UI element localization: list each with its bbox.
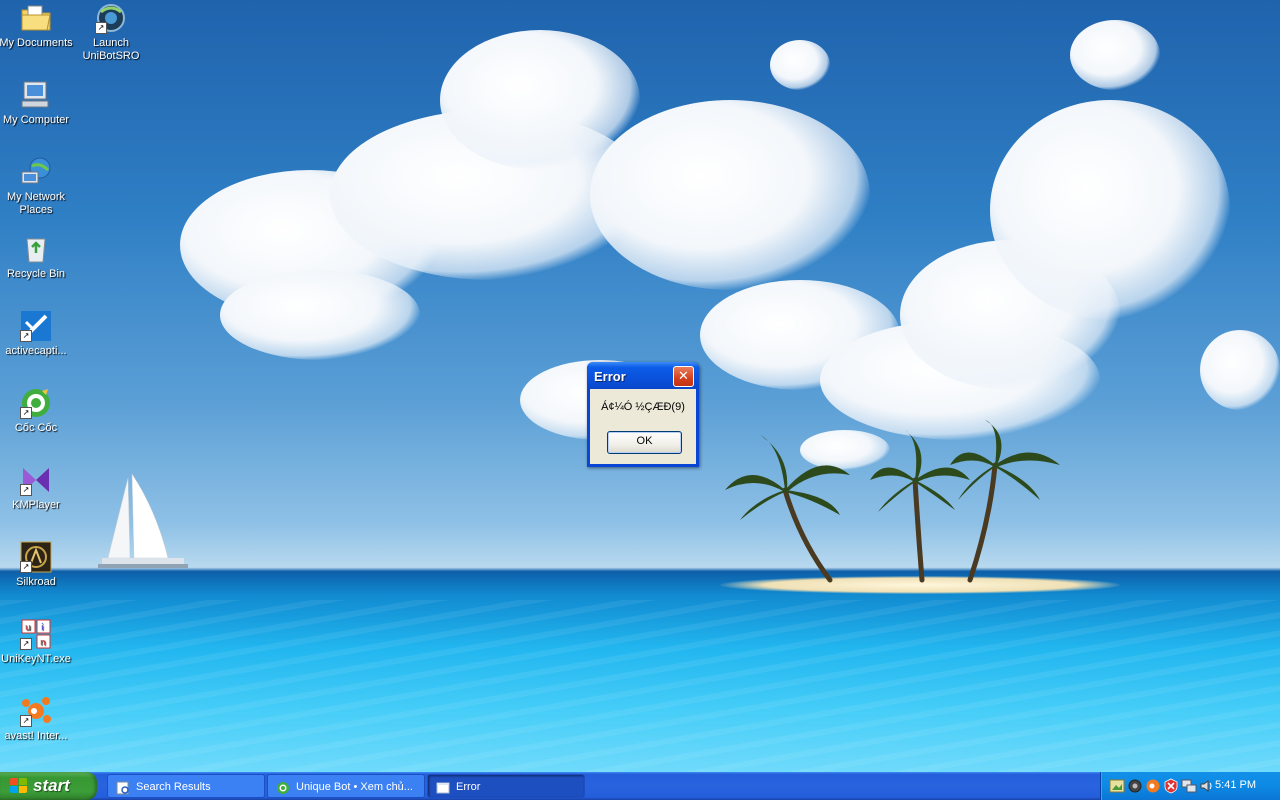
taskbar-item-label: Error [456, 781, 481, 793]
desktop-icon-activecaptain[interactable]: ↗ activecapti... [0, 310, 74, 358]
coccoc-icon [276, 780, 290, 794]
shortcut-arrow-icon: ↗ [20, 484, 32, 496]
desktop-icon-my-network-places[interactable]: My Network Places [0, 156, 74, 217]
computer-icon [20, 79, 52, 111]
svg-text:n: n [40, 638, 46, 648]
desktop-icon-label: KMPlayer [12, 499, 60, 511]
windows-logo-icon [10, 778, 28, 794]
shortcut-arrow-icon: ↗ [20, 638, 32, 650]
unikey-icon: uin ↗ [20, 618, 52, 650]
dialog-titlebar[interactable]: Error ✕ [587, 362, 699, 389]
shortcut-arrow-icon: ↗ [20, 561, 32, 573]
desktop-icon-label: My Documents [0, 37, 73, 49]
close-icon: ✕ [678, 368, 689, 383]
taskbar-item-unique-bot[interactable]: Unique Bot • Xem chủ... [267, 774, 425, 798]
coccoc-icon: ↗ [20, 387, 52, 419]
error-dialog: Error ✕ Á¢¼Ó ½ÇÆÐ(9) OK [587, 362, 699, 467]
shortcut-arrow-icon: ↗ [20, 407, 32, 419]
desktop-icon-my-documents[interactable]: My Documents [0, 2, 74, 50]
desktop-icon-label: Silkroad [16, 576, 56, 588]
network-icon [20, 156, 52, 188]
desktop-icon-label: activecapti... [5, 345, 67, 357]
desktop-icon-my-computer[interactable]: My Computer [0, 79, 74, 127]
desktop-icon-silkroad[interactable]: ↗ Silkroad [0, 541, 74, 589]
tray-avast-icon[interactable] [1145, 778, 1161, 794]
shortcut-arrow-icon: ↗ [20, 715, 32, 727]
dialog-body: Á¢¼Ó ½ÇÆÐ(9) OK [590, 389, 696, 464]
svg-text:i: i [41, 623, 44, 633]
desktop-icon-label: My Computer [2, 114, 70, 126]
taskbar-item-label: Unique Bot • Xem chủ... [296, 781, 413, 793]
unibot-icon: ↗ [95, 2, 127, 34]
activecaptain-icon: ↗ [20, 310, 52, 342]
dialog-message: Á¢¼Ó ½ÇÆÐ(9) [601, 401, 685, 413]
taskbar-item-error[interactable]: Error [427, 774, 585, 798]
ok-button[interactable]: OK [607, 431, 682, 454]
taskbar-item-label: Search Results [136, 781, 211, 793]
cloud [1200, 330, 1280, 410]
silkroad-icon: ↗ [20, 541, 52, 573]
cloud [220, 270, 420, 360]
search-results-icon [116, 780, 130, 795]
tray-security-warning-icon[interactable] [1163, 778, 1179, 794]
desktop-icon-label: Launch UniBotSRO [82, 37, 140, 62]
shortcut-arrow-icon: ↗ [20, 330, 32, 342]
desktop-icon-label: UniKeyNT.exe [1, 653, 71, 665]
desktop-icon-label: Cốc Cốc [14, 422, 58, 434]
desktop-icon-launch-unibotsro[interactable]: ↗ Launch UniBotSRO [73, 2, 149, 63]
start-button[interactable]: start [0, 772, 97, 800]
desktop-icon-kmplayer[interactable]: ↗ KMPlayer [0, 464, 74, 512]
cloud [590, 100, 870, 290]
close-button[interactable]: ✕ [673, 366, 694, 387]
taskbar: start Search Results Unique Bot • Xem ch… [0, 772, 1280, 800]
kmplayer-icon: ↗ [20, 464, 52, 496]
sea [0, 600, 1280, 772]
desktop-icon-label: avast! Inter... [4, 730, 68, 742]
tray-gear-icon[interactable] [1127, 778, 1143, 794]
tray-network-icon[interactable] [1181, 778, 1197, 794]
desktop-icon-label: Recycle Bin [6, 268, 66, 280]
folder-documents-icon [20, 2, 52, 34]
dialog-title: Error [594, 369, 626, 384]
taskbar-item-search-results[interactable]: Search Results [107, 774, 265, 798]
shortcut-arrow-icon: ↗ [95, 22, 107, 34]
tray-volume-icon[interactable] [1199, 778, 1215, 794]
desktop-icon-unikeynt[interactable]: uin ↗ UniKeyNT.exe [0, 618, 74, 666]
desktop-icon-recycle-bin[interactable]: Recycle Bin [0, 233, 74, 281]
avast-icon: ↗ [20, 695, 52, 727]
desktop-icon-avast[interactable]: ↗ avast! Inter... [0, 695, 74, 743]
cloud [1070, 20, 1160, 90]
svg-text:u: u [25, 623, 31, 633]
cloud [990, 100, 1230, 320]
cloud [770, 40, 830, 90]
tray-image-icon[interactable] [1109, 778, 1125, 794]
recycle-bin-icon [20, 233, 52, 265]
clock[interactable]: 5:41 PM [1215, 779, 1256, 791]
desktop-icon-label: My Network Places [6, 191, 66, 216]
start-label: start [33, 776, 70, 795]
palm-trees-image [725, 420, 1060, 583]
window-icon [436, 780, 450, 794]
desktop-icon-coccoc[interactable]: ↗ Cốc Cốc [0, 387, 74, 435]
system-tray: 5:41 PM [1100, 772, 1280, 800]
sailboat-image [98, 473, 188, 568]
